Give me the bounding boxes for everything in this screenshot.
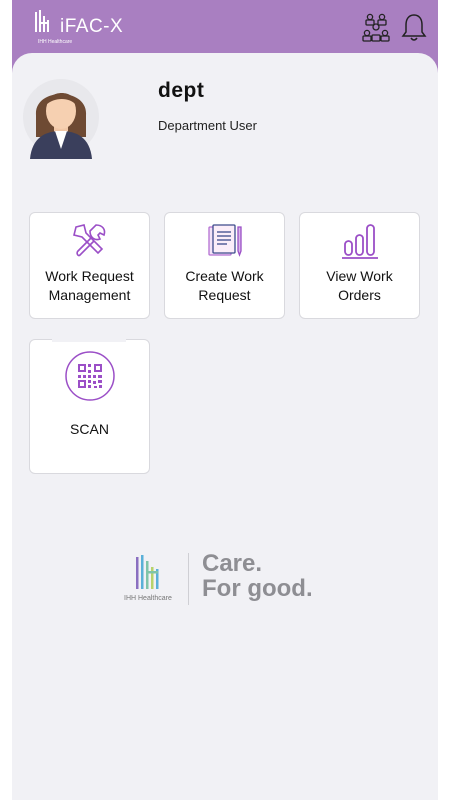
tile-label: Create Work Request (185, 268, 264, 303)
people-network-icon[interactable] (362, 12, 390, 42)
work-request-management-tile[interactable]: Work Request Management (29, 212, 150, 319)
female-avatar (23, 79, 99, 159)
main-content: dept Department User Work Request Manage… (12, 53, 438, 800)
ihh-logo-icon (35, 10, 49, 32)
tile-label: SCAN (70, 421, 109, 437)
tagline-line-1: Care. (202, 550, 263, 577)
view-work-orders-tile[interactable]: View Work Orders (299, 212, 420, 319)
footer-divider (188, 553, 189, 605)
user-role: Department User (158, 118, 257, 133)
qr-code-icon (64, 351, 115, 401)
tile-label: View Work Orders (326, 268, 393, 303)
footer-branding: IHH Healthcare Care. For good. (122, 551, 332, 611)
footer-tagline: Care. For good. (202, 551, 313, 601)
app-title: iFAC-X (60, 16, 124, 37)
tile-notch (52, 338, 126, 342)
scan-tile[interactable]: SCAN (29, 338, 150, 474)
brand-subtitle: IHH Healthcare (38, 39, 73, 45)
tile-label: Work Request Management (45, 268, 134, 303)
footer-org-name: IHH Healthcare (124, 595, 172, 602)
user-name: dept (158, 79, 205, 102)
create-work-request-tile[interactable]: Create Work Request (164, 212, 285, 319)
document-pen-icon (207, 224, 242, 257)
bell-icon[interactable] (400, 12, 428, 42)
ihh-healthcare-logo-icon (136, 555, 159, 589)
brand: iFAC-X IHH Healthcare (34, 10, 124, 45)
bar-chart-icon (341, 224, 378, 259)
tagline-line-2: For good. (202, 575, 313, 602)
tools-icon (72, 224, 105, 257)
